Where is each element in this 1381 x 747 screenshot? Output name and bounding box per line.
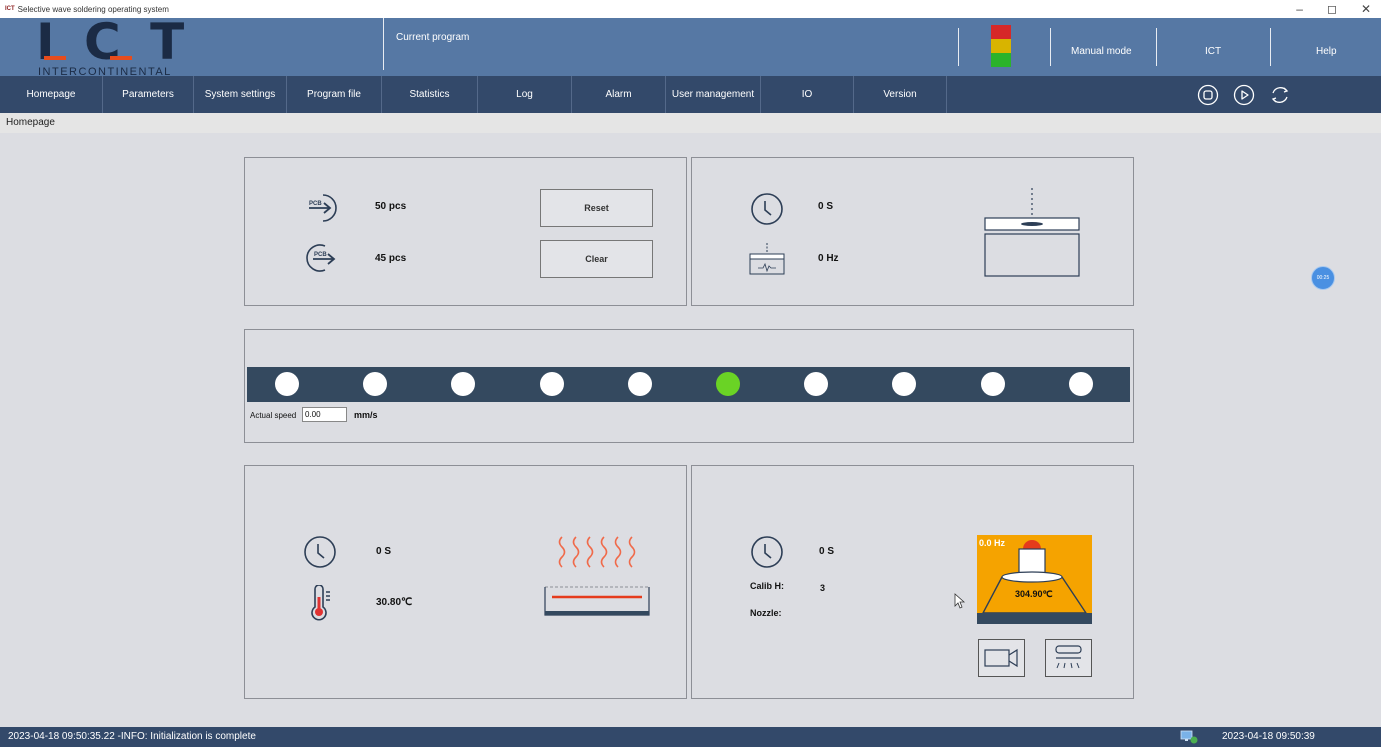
actual-speed-field[interactable]: 0.00 bbox=[302, 407, 347, 422]
camera-icon[interactable] bbox=[978, 639, 1025, 677]
preheat-time: 0 S bbox=[376, 546, 392, 557]
conveyor-station bbox=[539, 372, 564, 396]
preheater-diagram bbox=[544, 536, 650, 616]
solder-pot-diagram: 0.0 Hz 304.90℃ bbox=[977, 535, 1092, 624]
run-controls bbox=[1197, 76, 1291, 113]
ict-logo: I C T INTERCONTINENTAL bbox=[30, 17, 200, 78]
pcb-out-icon: PCB bbox=[306, 244, 336, 272]
solder-time: 0 S bbox=[819, 546, 835, 557]
pcb-in-count: 50 pcs bbox=[375, 201, 407, 212]
status-message: 2023-04-18 09:50:35.22 -INFO: Initializa… bbox=[8, 731, 256, 742]
status-clock: 2023-04-18 09:50:39 bbox=[1222, 731, 1315, 742]
thermometer-icon bbox=[311, 585, 330, 621]
conveyor-panel: Actual speed 0.00 mm/s bbox=[244, 329, 1134, 443]
nav-log[interactable]: Log bbox=[478, 76, 572, 113]
conveyor-station bbox=[892, 372, 917, 396]
clock-icon bbox=[751, 536, 783, 568]
pcb-in-icon: PCB bbox=[309, 194, 337, 222]
timer-bubble[interactable]: 00:25 bbox=[1311, 266, 1335, 290]
calib-height-value: 3 bbox=[820, 583, 826, 593]
pot-frequency: 0.0 Hz bbox=[979, 538, 1006, 548]
nav-version[interactable]: Version bbox=[854, 76, 947, 113]
network-icon bbox=[1180, 730, 1198, 744]
nav-io[interactable]: IO bbox=[761, 76, 854, 113]
conveyor-station bbox=[804, 372, 829, 396]
fluxer-frequency: 0 Hz bbox=[818, 253, 839, 264]
svg-text:PCB: PCB bbox=[314, 252, 327, 258]
conveyor-station bbox=[275, 372, 299, 396]
conveyor-track bbox=[247, 367, 1130, 402]
speed-unit: mm/s bbox=[354, 410, 378, 420]
mode-indicator[interactable]: Manual mode bbox=[1071, 46, 1132, 57]
tower-green bbox=[991, 53, 1011, 67]
app-header: I C T INTERCONTINENTAL Current program M… bbox=[0, 17, 1381, 78]
nav-alarm[interactable]: Alarm bbox=[572, 76, 666, 113]
nav-system-settings[interactable]: System settings bbox=[194, 76, 287, 113]
reset-cycle-icon[interactable] bbox=[1269, 84, 1291, 106]
nav-program-file[interactable]: Program file bbox=[287, 76, 382, 113]
fluxer-time: 0 S bbox=[818, 201, 834, 212]
conveyor-station bbox=[627, 372, 652, 396]
preheat-panel: 0 S 30.80℃ bbox=[244, 465, 687, 699]
clear-button[interactable]: Clear bbox=[540, 240, 653, 278]
nav-statistics[interactable]: Statistics bbox=[382, 76, 478, 113]
calib-height-label: Calib H: bbox=[750, 581, 785, 591]
user-indicator[interactable]: ICT bbox=[1205, 46, 1221, 57]
pcb-out-count: 45 pcs bbox=[375, 253, 407, 264]
fluxer-panel: 0 S 0 Hz bbox=[691, 157, 1134, 306]
solder-pot-panel: 0 S Calib H: 3 Nozzle: 0.0 Hz 304.90℃ bbox=[691, 465, 1134, 699]
minimize-button[interactable]: – bbox=[1296, 2, 1303, 16]
start-icon[interactable] bbox=[1233, 84, 1255, 106]
board-counter-panel: PCB 50 pcs PCB 45 pcs Reset Clear bbox=[244, 157, 687, 306]
spray-frequency-icon bbox=[749, 243, 785, 275]
fluxer-nozzle-diagram bbox=[984, 188, 1080, 277]
actual-speed-label: Actual speed bbox=[250, 411, 297, 420]
nav-homepage[interactable]: Homepage bbox=[0, 76, 103, 113]
svg-text:PCB: PCB bbox=[309, 201, 322, 207]
nav-parameters[interactable]: Parameters bbox=[103, 76, 194, 113]
close-button[interactable]: ✕ bbox=[1361, 2, 1371, 16]
mouse-cursor-icon bbox=[954, 593, 966, 609]
window-titlebar: ICT Selective wave soldering operating s… bbox=[0, 0, 1381, 18]
clock-icon bbox=[304, 536, 336, 568]
current-program-label: Current program bbox=[383, 18, 469, 70]
conveyor-station bbox=[363, 372, 388, 396]
stop-icon[interactable] bbox=[1197, 84, 1219, 106]
main-nav: Homepage Parameters System settings Prog… bbox=[0, 76, 1381, 113]
nav-user-management[interactable]: User management bbox=[666, 76, 761, 113]
help-button[interactable]: Help bbox=[1316, 46, 1337, 57]
signal-tower-icon bbox=[991, 25, 1011, 69]
reset-button[interactable]: Reset bbox=[540, 189, 653, 227]
preheat-temperature: 30.80℃ bbox=[376, 597, 413, 608]
conveyor-station bbox=[1068, 372, 1093, 396]
window-controls: – ◻ ✕ bbox=[1296, 0, 1371, 18]
app-icon: ICT bbox=[5, 6, 15, 12]
clock-icon bbox=[751, 193, 783, 225]
pot-temperature: 304.90℃ bbox=[1015, 589, 1053, 599]
homepage-workspace: PCB 50 pcs PCB 45 pcs Reset Clear 0 S 0 … bbox=[6, 136, 1376, 726]
breadcrumb: Homepage bbox=[0, 113, 1381, 133]
maximize-button[interactable]: ◻ bbox=[1327, 2, 1337, 16]
status-bar: 2023-04-18 09:50:35.22 -INFO: Initializa… bbox=[0, 727, 1381, 747]
tower-yellow bbox=[991, 39, 1011, 53]
nozzle-light-icon[interactable] bbox=[1045, 639, 1092, 677]
tower-red bbox=[991, 25, 1011, 39]
conveyor-station bbox=[451, 372, 476, 396]
conveyor-station bbox=[716, 372, 740, 396]
conveyor-station bbox=[980, 372, 1005, 396]
nozzle-label: Nozzle: bbox=[750, 608, 782, 618]
